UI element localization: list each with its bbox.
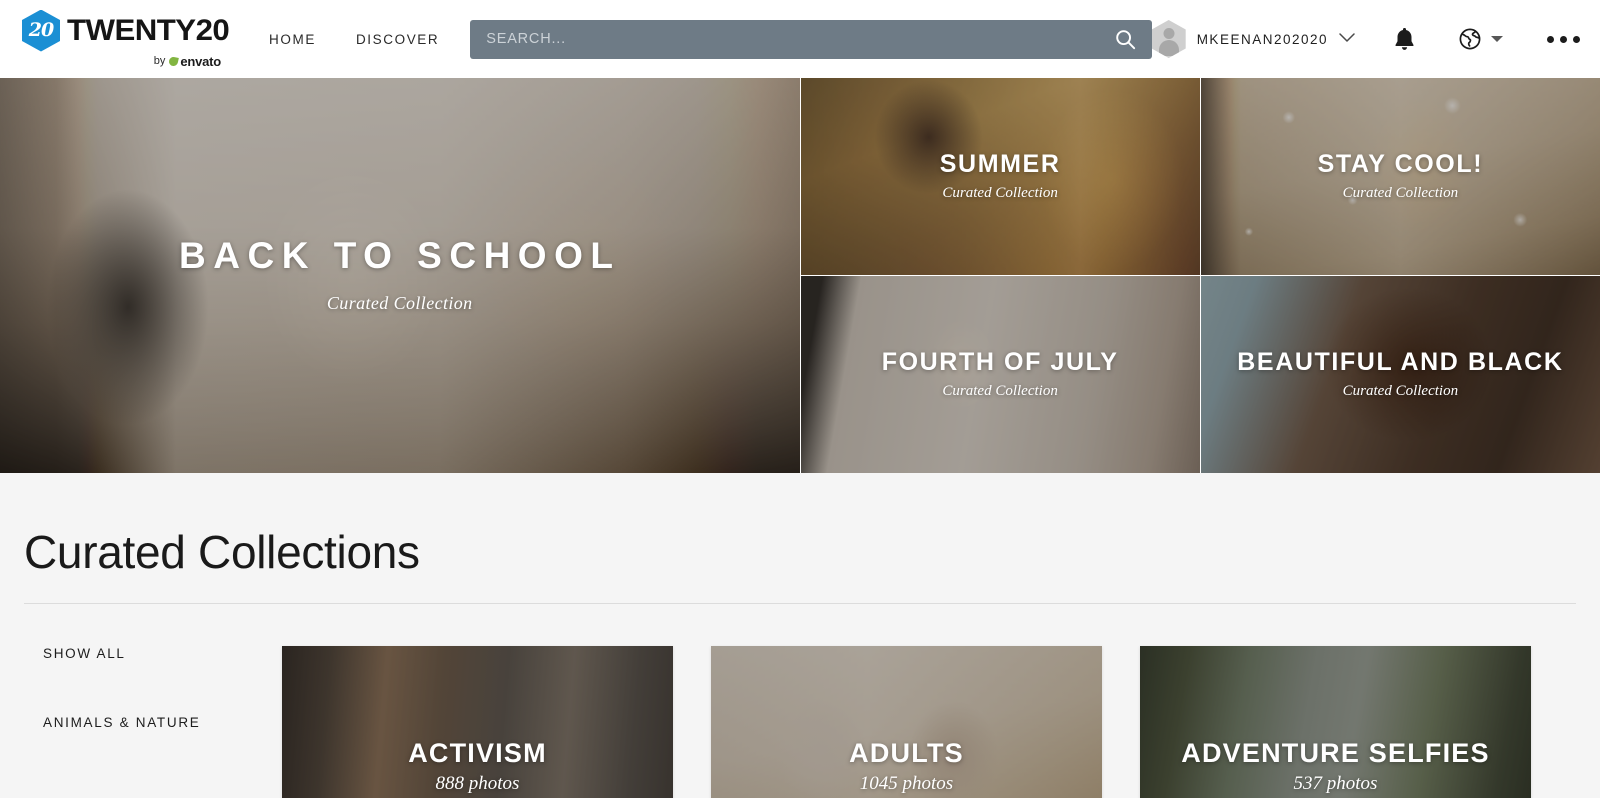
logo-by-text: by [153,55,166,67]
collection-caption-adventure-selfies: ADVENTURE SELFIES 537 photos [1140,646,1531,798]
logo-byline: by envato [153,53,222,69]
hero-subtitle-stay-cool: Curated Collection [1342,185,1459,202]
avatar-icon [1151,20,1186,58]
logo[interactable]: 20 TWENTY20 by envato [18,9,230,69]
category-sidebar: SHOW ALL ANIMALS & NATURE [24,646,282,798]
chevron-down-icon[interactable] [1491,36,1503,42]
hero-tile-back-to-school[interactable]: BACK TO SCHOOL Curated Collection [0,78,800,473]
hero-caption-stay-cool: STAY COOL! Curated Collection [1201,78,1600,275]
search-bar[interactable] [470,19,1152,59]
collection-card-adults[interactable]: ADULTS 1045 photos [711,646,1102,798]
hero-caption-back-to-school: BACK TO SCHOOL Curated Collection [0,78,800,473]
hero-tile-beautiful-and-black[interactable]: BEAUTIFUL AND BLACK Curated Collection [1200,276,1600,473]
hero-caption-beautiful-and-black: BEAUTIFUL AND BLACK Curated Collection [1201,276,1600,473]
hero-title-back-to-school: BACK TO SCHOOL [179,235,621,277]
main-nav: HOME DISCOVER [269,32,439,47]
logo-mark-text: 20 [28,19,54,41]
collection-title-adventure-selfies: ADVENTURE SELFIES [1181,738,1490,769]
hero-title-summer: SUMMER [939,149,1061,178]
search-icon[interactable] [1112,28,1138,50]
collection-caption-adults: ADULTS 1045 photos [711,646,1102,798]
bell-icon[interactable] [1393,26,1416,52]
hero-row-bottom: FOURTH OF JULY Curated Collection BEAUTI… [800,276,1600,473]
collection-title-activism: ACTIVISM [408,738,547,769]
user-menu[interactable]: MKEENAN202020 [1151,20,1355,58]
header-actions: MKEENAN202020 [1151,20,1582,58]
logo-row: 20 TWENTY20 [22,9,230,52]
chevron-down-icon[interactable] [1339,30,1355,48]
collection-count-adults: 1045 photos [859,772,954,794]
collection-title-adults: ADULTS [849,738,964,769]
envato-leaf-icon [168,55,180,67]
ellipsis-icon[interactable] [1547,35,1582,43]
hero-subtitle-back-to-school: Curated Collection [326,292,473,313]
collection-count-activism: 888 photos [435,772,520,794]
hero-right-column: SUMMER Curated Collection STAY COOL! Cur… [800,78,1600,473]
nav-discover[interactable]: DISCOVER [356,32,439,47]
site-header: 20 TWENTY20 by envato HOME DISCOVER MKEE… [0,0,1600,78]
hero-tile-fourth-of-july[interactable]: FOURTH OF JULY Curated Collection [800,276,1200,473]
twenty20-logo-icon: 20 [22,9,60,52]
hero-title-beautiful-and-black: BEAUTIFUL AND BLACK [1237,347,1564,376]
section-divider [24,603,1576,604]
collection-caption-activism: ACTIVISM 888 photos [282,646,673,798]
collection-count-adventure-selfies: 537 photos [1293,772,1378,794]
category-animals-nature[interactable]: ANIMALS & NATURE [43,715,282,730]
user-name: MKEENAN202020 [1196,31,1328,47]
hero-row-top: SUMMER Curated Collection STAY COOL! Cur… [800,78,1600,275]
curated-collections-section: Curated Collections SHOW ALL ANIMALS & N… [0,473,1600,798]
hero-caption-fourth-of-july: FOURTH OF JULY Curated Collection [801,276,1200,473]
collections-body: SHOW ALL ANIMALS & NATURE ACTIVISM 888 p… [24,646,1576,798]
hero-collections-grid: BACK TO SCHOOL Curated Collection SUMMER… [0,78,1600,473]
hero-caption-summer: SUMMER Curated Collection [801,78,1200,275]
collection-card-activism[interactable]: ACTIVISM 888 photos [282,646,673,798]
hero-title-stay-cool: STAY COOL! [1317,149,1484,178]
category-show-all[interactable]: SHOW ALL [43,646,282,661]
globe-icon[interactable] [1458,27,1503,51]
hero-subtitle-summer: Curated Collection [942,185,1058,202]
logo-wordmark: TWENTY20 [67,13,230,47]
hero-subtitle-beautiful-and-black: Curated Collection [1342,383,1459,400]
collection-cards: ACTIVISM 888 photos ADULTS 1045 photos A… [282,646,1576,798]
hero-subtitle-fourth-of-july: Curated Collection [942,383,1058,400]
hero-title-fourth-of-july: FOURTH OF JULY [881,347,1119,376]
hero-tile-summer[interactable]: SUMMER Curated Collection [800,78,1200,275]
logo-brand-text: envato [180,53,222,69]
hero-tile-stay-cool[interactable]: STAY COOL! Curated Collection [1200,78,1600,275]
collection-card-adventure-selfies[interactable]: ADVENTURE SELFIES 537 photos [1140,646,1531,798]
nav-home[interactable]: HOME [269,32,316,47]
search-input[interactable] [486,31,1112,47]
page-title: Curated Collections [24,526,420,578]
